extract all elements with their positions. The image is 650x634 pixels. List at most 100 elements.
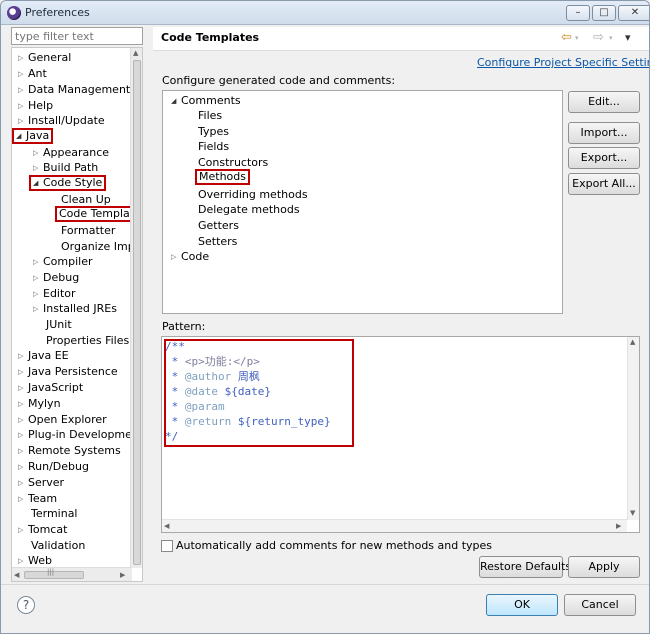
template-overriding-methods[interactable]: Overriding methods	[198, 187, 308, 203]
tree-item-javascript[interactable]: ▷ JavaScript	[18, 380, 83, 396]
template-types[interactable]: Types	[198, 124, 229, 140]
expand-icon[interactable]: ▷	[18, 348, 28, 364]
tree-item-plugin-development[interactable]: ▷ Plug-in Development	[18, 427, 142, 443]
maximize-button[interactable]: □	[592, 5, 616, 21]
tree-item-run-debug[interactable]: ▷ Run/Debug	[18, 459, 89, 475]
scroll-thumb[interactable]	[133, 60, 141, 565]
expand-icon[interactable]: ▷	[171, 249, 181, 265]
tree-item-remote-systems[interactable]: ▷ Remote Systems	[18, 443, 121, 459]
tree-item-validation[interactable]: Validation	[31, 538, 85, 554]
scroll-up-icon[interactable]: ▲	[630, 338, 635, 346]
template-setters[interactable]: Setters	[198, 234, 237, 250]
expand-icon[interactable]: ▷	[33, 301, 43, 317]
preference-tree[interactable]: ▷ General ▷ Ant ▷ Data Management ▷ Help ▷ In…	[11, 47, 143, 582]
scroll-thumb[interactable]: |||	[24, 568, 84, 579]
close-button[interactable]: ✕	[618, 5, 649, 21]
tree-item-java-persistence[interactable]: ▷ Java Persistence	[18, 364, 118, 380]
tree-item-server[interactable]: ▷ Server	[18, 475, 64, 491]
scroll-right-icon[interactable]: ▶	[120, 571, 125, 579]
import-button[interactable]: Import...	[568, 122, 640, 144]
tree-item-compiler[interactable]: ▷ Compiler	[33, 254, 93, 270]
expand-icon[interactable]: ▷	[18, 427, 28, 443]
edit-button[interactable]: Edit...	[568, 91, 640, 113]
editor-vertical-scrollbar[interactable]: ▲ ▼	[627, 337, 639, 520]
expand-icon[interactable]: ▷	[18, 522, 28, 538]
template-getters[interactable]: Getters	[198, 218, 239, 234]
template-files[interactable]: Files	[198, 108, 222, 124]
expand-icon[interactable]: ▷	[18, 412, 28, 428]
editor-horizontal-scrollbar[interactable]: ◀ ▶	[162, 519, 627, 532]
tree-item-appearance[interactable]: ▷ Appearance	[33, 145, 109, 161]
tree-horizontal-scrollbar[interactable]: ◀ ||| ▶	[12, 567, 132, 581]
scroll-left-icon[interactable]: ◀	[14, 571, 19, 579]
ok-button[interactable]: OK	[486, 594, 558, 616]
export-button[interactable]: Export...	[568, 147, 640, 169]
expand-icon[interactable]: ▷	[18, 380, 28, 396]
expand-icon[interactable]: ▷	[33, 145, 43, 161]
pattern-editor[interactable]: /** * <p>功能:</p> * @author 周枫 * @date ${…	[161, 336, 640, 533]
tree-item-debug[interactable]: ▷ Debug	[33, 270, 79, 286]
expand-icon[interactable]: ▷	[18, 443, 28, 459]
expand-icon[interactable]: ▷	[33, 286, 43, 302]
collapse-icon[interactable]: ◢	[33, 177, 43, 189]
forward-menu-icon[interactable]: ▾	[609, 34, 613, 42]
view-menu-icon[interactable]: ▾	[625, 31, 631, 44]
expand-icon[interactable]: ▷	[18, 66, 28, 82]
tree-item-build-path[interactable]: ▷ Build Path	[33, 160, 98, 176]
expand-icon[interactable]: ▷	[18, 491, 28, 507]
tree-item-installed-jres[interactable]: ▷ Installed JREs	[33, 301, 117, 317]
collapse-icon[interactable]: ◢	[16, 130, 26, 142]
expand-icon[interactable]: ▷	[18, 364, 28, 380]
expand-icon[interactable]: ▷	[18, 459, 28, 475]
tree-item-ant[interactable]: ▷ Ant	[18, 66, 47, 82]
scroll-left-icon[interactable]: ◀	[164, 522, 169, 530]
filter-input[interactable]	[11, 27, 143, 45]
back-icon[interactable]: ⇦	[561, 30, 572, 45]
tree-item-install-update[interactable]: ▷ Install/Update	[18, 113, 105, 129]
scroll-down-icon[interactable]: ▼	[630, 509, 635, 517]
tree-item-properties-files-editor[interactable]: Properties Files Ed	[46, 333, 142, 349]
tree-item-terminal[interactable]: Terminal	[31, 506, 78, 522]
expand-icon[interactable]: ▷	[18, 475, 28, 491]
minimize-button[interactable]: –	[566, 5, 590, 21]
help-icon[interactable]: ?	[17, 596, 35, 614]
template-fields[interactable]: Fields	[198, 139, 229, 155]
tree-vertical-scrollbar[interactable]: ▲	[130, 48, 142, 568]
scroll-up-icon[interactable]: ▲	[133, 49, 138, 57]
tree-item-data-management[interactable]: ▷ Data Management	[18, 82, 130, 98]
project-settings-link[interactable]: Configure Project Specific Settings...	[477, 56, 649, 69]
tree-item-formatter[interactable]: Formatter	[61, 223, 115, 239]
expand-icon[interactable]: ▷	[18, 82, 28, 98]
tree-item-open-explorer[interactable]: ▷ Open Explorer	[18, 412, 107, 428]
forward-icon[interactable]: ⇨	[593, 30, 604, 45]
expand-icon[interactable]: ▷	[33, 270, 43, 286]
template-tree[interactable]: ◢ Comments Files Types Fields Constructor…	[162, 90, 563, 314]
auto-comments-checkbox[interactable]	[161, 540, 173, 552]
template-delegate-methods[interactable]: Delegate methods	[198, 202, 300, 218]
restore-defaults-button[interactable]: Restore Defaults	[479, 556, 571, 578]
expand-icon[interactable]: ▷	[18, 113, 28, 129]
expand-icon[interactable]: ▷	[33, 254, 43, 270]
template-category-code[interactable]: ▷ Code	[171, 249, 209, 265]
tree-item-general[interactable]: ▷ General	[18, 50, 71, 66]
tree-item-help[interactable]: ▷ Help	[18, 98, 53, 114]
tree-item-junit[interactable]: JUnit	[46, 317, 72, 333]
expand-icon[interactable]: ▷	[18, 50, 28, 66]
tree-item-java-ee[interactable]: ▷ Java EE	[18, 348, 69, 364]
scroll-right-icon[interactable]: ▶	[616, 522, 621, 530]
back-menu-icon[interactable]: ▾	[575, 34, 579, 42]
expand-icon[interactable]: ▷	[18, 98, 28, 114]
apply-button[interactable]: Apply	[568, 556, 640, 578]
export-all-button[interactable]: Export All...	[568, 173, 640, 195]
tree-item-editor[interactable]: ▷ Editor	[33, 286, 76, 302]
expand-icon[interactable]: ▷	[18, 396, 28, 412]
tree-item-java[interactable]: ◢ Java	[12, 128, 54, 144]
collapse-icon[interactable]: ◢	[171, 93, 181, 109]
tree-item-team[interactable]: ▷ Team	[18, 491, 57, 507]
cancel-button[interactable]: Cancel	[564, 594, 636, 616]
expand-icon[interactable]: ▷	[33, 160, 43, 176]
template-methods[interactable]: Methods	[195, 169, 250, 185]
tree-item-tomcat[interactable]: ▷ Tomcat	[18, 522, 67, 538]
template-category-comments[interactable]: ◢ Comments	[171, 93, 241, 109]
tree-item-mylyn[interactable]: ▷ Mylyn	[18, 396, 61, 412]
